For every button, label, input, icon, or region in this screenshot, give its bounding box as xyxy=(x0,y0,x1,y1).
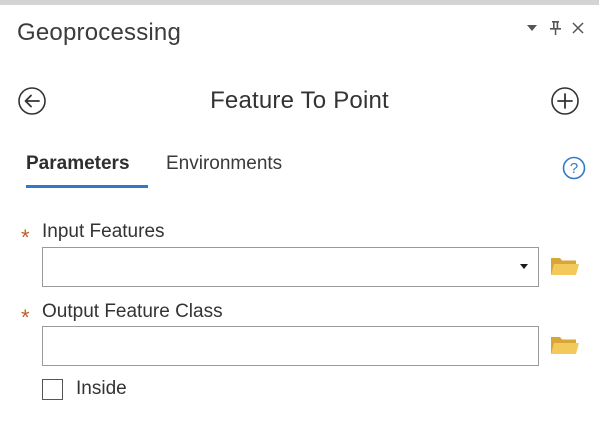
active-tab-indicator xyxy=(26,185,148,188)
pane-title: Geoprocessing xyxy=(17,19,182,46)
browse-output-feature-class-button[interactable] xyxy=(550,334,580,358)
add-circle-icon xyxy=(551,87,579,115)
tab-environments[interactable]: Environments xyxy=(166,153,282,175)
input-features-dropdown[interactable] xyxy=(42,247,539,287)
chevron-down-icon xyxy=(527,25,537,31)
output-feature-class-input[interactable] xyxy=(42,326,539,366)
tool-title: Feature To Point xyxy=(210,87,389,114)
svg-text:?: ? xyxy=(570,160,578,177)
required-indicator: * xyxy=(21,225,30,250)
pane-title-controls xyxy=(525,15,585,41)
close-icon xyxy=(572,22,584,34)
help-button[interactable]: ? xyxy=(562,156,586,180)
required-indicator: * xyxy=(21,305,30,330)
output-feature-class-label: Output Feature Class xyxy=(42,301,223,322)
add-button[interactable] xyxy=(549,85,581,117)
inside-checkbox[interactable] xyxy=(42,379,63,400)
close-button[interactable] xyxy=(571,18,585,38)
pin-button[interactable] xyxy=(548,18,562,38)
help-circle-icon: ? xyxy=(562,156,586,180)
tool-header: Feature To Point xyxy=(0,83,599,119)
folder-icon xyxy=(551,337,579,354)
geoprocessing-pane: Geoprocessing Feature To Point Parameter… xyxy=(0,0,599,446)
dropdown-arrow-icon xyxy=(520,264,528,269)
pane-options-button[interactable] xyxy=(525,18,539,38)
input-features-label: Input Features xyxy=(42,221,165,242)
pin-icon xyxy=(549,21,561,35)
browse-input-features-button[interactable] xyxy=(550,255,580,279)
tab-parameters[interactable]: Parameters xyxy=(26,153,130,175)
inside-checkbox-label: Inside xyxy=(76,378,127,399)
folder-icon xyxy=(551,258,579,275)
